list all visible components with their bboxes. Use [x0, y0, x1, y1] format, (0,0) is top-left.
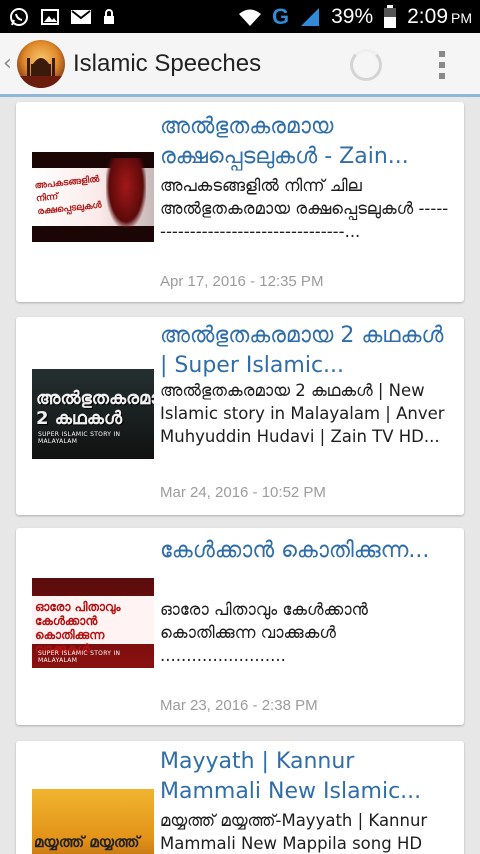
loading-spinner-icon: [350, 49, 382, 81]
post-thumbnail[interactable]: അപകടങ്ങളിൽ നിന്ന് രക്ഷപ്പെടലുകൾ: [32, 152, 154, 242]
post-date: Apr 17, 2016 - 12:35 PM: [160, 273, 324, 290]
action-bar: ‹ Islamic Speeches: [0, 33, 480, 97]
signal-icon: [299, 6, 321, 28]
post-list: അപകടങ്ങളിൽ നിന്ന് രക്ഷപ്പെടലുകൾ അൽഭുതകരമ…: [0, 100, 480, 854]
network-type: G: [271, 3, 290, 29]
post-card[interactable]: അപകടങ്ങളിൽ നിന്ന് രക്ഷപ്പെടലുകൾ അൽഭുതകരമ…: [16, 102, 464, 302]
post-thumbnail[interactable]: അൽഭുതകരമായ 2 കഥകൾ SUPER ISLAMIC STORY IN…: [32, 369, 154, 459]
thumbnail-text: മയ്യത്ത് മയ്യത്ത്: [34, 833, 140, 851]
post-card[interactable]: അൽഭുതകരമായ 2 കഥകൾ SUPER ISLAMIC STORY IN…: [16, 317, 464, 515]
clock-time: 2:09: [407, 4, 448, 28]
app-logo-icon[interactable]: [17, 39, 65, 88]
notification-icons: [8, 6, 116, 28]
clock: 2:09 PM: [407, 5, 472, 29]
post-description: മയ്യത്ത് മയ്യത്ത്-Mayyath | Kannur Mamma…: [160, 811, 428, 853]
post-thumbnail[interactable]: ഓരോ പിതാവും കേൾക്കാൻ കൊതിക്കുന്ന വാക്കുക…: [32, 578, 154, 668]
system-icons: G 39% 2:09 PM: [238, 4, 472, 30]
post-date: Mar 24, 2016 - 10:52 PM: [160, 484, 326, 501]
post-date: Mar 23, 2016 - 2:38 PM: [160, 697, 318, 714]
post-card[interactable]: മയ്യത്ത് മയ്യത്ത് Mayyath | Kannur Mamma…: [16, 741, 464, 854]
post-card[interactable]: ഓരോ പിതാവും കേൾക്കാൻ കൊതിക്കുന്ന വാക്കുക…: [16, 528, 464, 725]
whatsapp-icon: [8, 6, 30, 28]
overflow-menu-icon[interactable]: [430, 47, 454, 83]
battery-percent: 39%: [331, 4, 374, 28]
battery-icon: [383, 4, 397, 29]
post-description: ഓരോ പിതാവും കേൾക്കാൻ കൊതിക്കുന്ന വാക്കുക…: [160, 600, 368, 665]
thumbnail-text: ഓരോ പിതാവും കേൾക്കാൻ കൊതിക്കുന്ന വാക്കുക…: [35, 600, 121, 656]
post-title[interactable]: അൽഭുതകരമായ 2 കഥകൾ | Super Islamic...: [160, 321, 452, 381]
post-title[interactable]: Mayyath | Kannur Mammali New Islamic...: [160, 747, 452, 807]
gmail-icon: [70, 8, 92, 26]
status-bar: G 39% 2:09 PM: [0, 0, 480, 33]
wifi-icon: [238, 7, 262, 27]
post-thumbnail[interactable]: മയ്യത്ത് മയ്യത്ത്: [32, 789, 154, 854]
thumbnail-strip-text: SUPER ISLAMIC STORY IN MALAYALAM: [38, 650, 121, 664]
thumbnail-strip-text: SUPER ISLAMIC STORY IN MALAYALAM: [38, 431, 121, 445]
image-icon: [40, 7, 60, 27]
post-title[interactable]: അൽഭുതകരമായ രക്ഷപ്പെടലുകൾ - Zain...: [160, 112, 452, 172]
post-description: അൽഭുതകരമായ 2 കഥകൾ | New Islamic story in…: [160, 381, 445, 446]
post-title[interactable]: കേൾക്കാൻ കൊതിക്കുന്ന...: [160, 536, 452, 566]
thumbnail-text: അൽഭുതകരമായ 2 കഥകൾ: [36, 388, 154, 429]
post-description: അപകടങ്ങളിൽ നിന്ന് ചില അൽഭുതകരമായ രക്ഷപ്പ…: [160, 176, 449, 241]
clock-ampm: PM: [451, 9, 472, 26]
app-title: Islamic Speeches: [73, 49, 262, 77]
back-caret-icon[interactable]: ‹: [3, 52, 15, 75]
lock-icon: [102, 8, 116, 26]
